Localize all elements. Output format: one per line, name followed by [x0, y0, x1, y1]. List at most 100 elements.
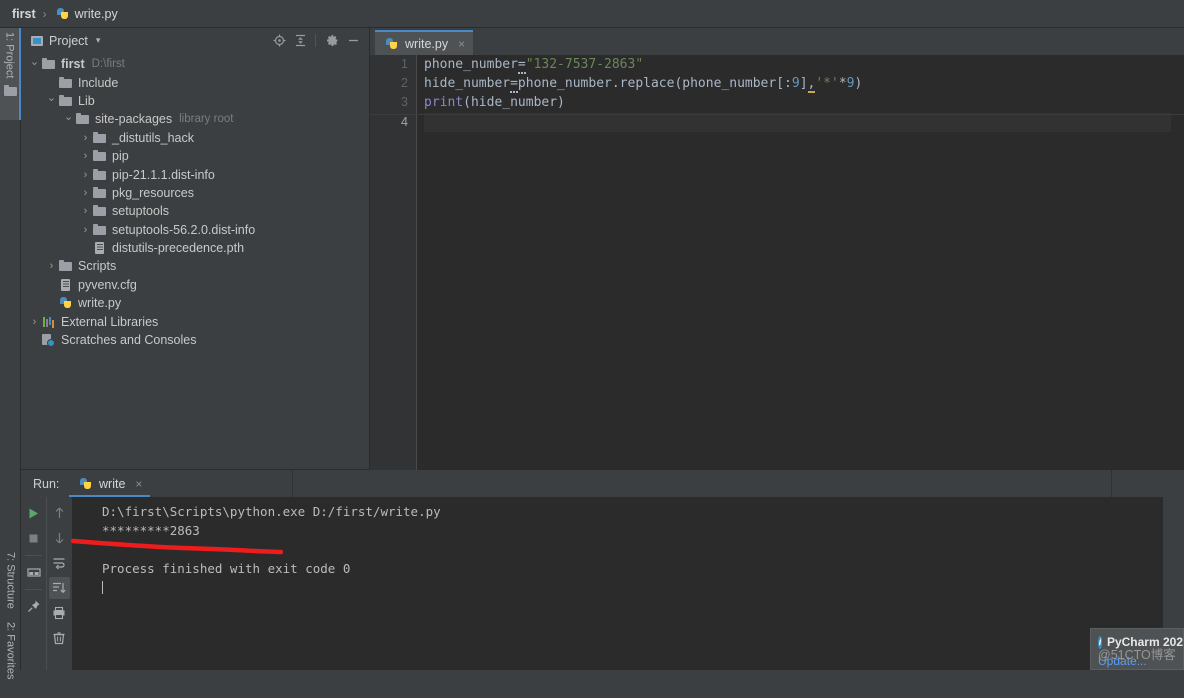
restore-layout-icon[interactable]: [23, 561, 44, 583]
toolbar-divider: [315, 34, 316, 47]
run-icon[interactable]: [23, 502, 44, 524]
chevron-down-icon[interactable]: ⌄: [29, 55, 40, 68]
scroll-to-end-icon[interactable]: [48, 577, 70, 599]
code-line[interactable]: hide_number=phone_number.replace(phone_n…: [424, 74, 1184, 94]
run-toolbar-primary[interactable]: [21, 497, 46, 670]
code-operator: =: [517, 57, 526, 74]
collapse-all-icon[interactable]: [291, 31, 310, 50]
folder-icon: [3, 84, 18, 98]
tree-item[interactable]: ⌄ site-packages library root: [21, 110, 370, 128]
watermark-text: @51CTO博客: [1098, 648, 1176, 662]
tree-item[interactable]: › External Libraries: [21, 312, 370, 330]
folder-icon: [59, 76, 73, 90]
sidebar-tab-project[interactable]: 1: Project: [0, 28, 21, 120]
gear-icon[interactable]: [323, 31, 342, 50]
project-tool-window: Project ▾ ⌄ first D:\first Include ⌄ Lib…: [21, 28, 370, 470]
gear-icon-svg: [326, 34, 338, 47]
chevron-down-icon[interactable]: ▾: [96, 35, 101, 46]
sidebar-tab-structure-label: 7: Structure: [4, 552, 17, 609]
code-editor[interactable]: 1234 phone_number="132-7537-2863" hide_nu…: [370, 55, 1184, 470]
down-arrow-icon[interactable]: [49, 527, 70, 549]
close-icon[interactable]: ×: [135, 477, 142, 491]
tree-item[interactable]: › Scripts: [21, 257, 370, 275]
code-line[interactable]: print(hide_number): [424, 93, 1184, 112]
run-tab-write[interactable]: write ×: [69, 472, 151, 497]
console-line: Process finished with exit code 0: [102, 561, 351, 576]
tree-item[interactable]: › pkg_resources: [21, 184, 370, 202]
hide-panel-icon[interactable]: [344, 31, 363, 50]
pin-tab-icon[interactable]: [23, 595, 44, 617]
print-icon[interactable]: [49, 602, 70, 624]
up-arrow-icon[interactable]: [49, 502, 70, 524]
text-caret: [102, 581, 103, 594]
breadcrumb-file[interactable]: write.py: [75, 7, 118, 21]
tree-item-hint: D:\first: [91, 58, 125, 71]
tree-item[interactable]: Scratches and Consoles: [21, 331, 370, 349]
chevron-down-icon[interactable]: ⌄: [46, 91, 57, 104]
chevron-right-icon[interactable]: ›: [80, 169, 91, 181]
chevron-right-icon[interactable]: ›: [29, 316, 40, 328]
chevron-right-icon[interactable]: ›: [80, 187, 91, 199]
folder-icon: [93, 131, 107, 145]
tree-item[interactable]: › setuptools-56.2.0.dist-info: [21, 221, 370, 239]
close-icon[interactable]: ×: [458, 37, 465, 51]
chevron-right-icon[interactable]: ›: [80, 132, 91, 144]
clear-all-icon[interactable]: [49, 627, 70, 649]
chevron-right-icon[interactable]: ›: [80, 205, 91, 217]
project-tree[interactable]: ⌄ first D:\first Include ⌄ Lib ⌄ site-packages l…: [21, 55, 370, 470]
print-icon-svg: [53, 606, 65, 620]
python-file-icon: [56, 7, 70, 21]
editor-code-area[interactable]: phone_number="132-7537-2863" hide_number=…: [418, 55, 1184, 470]
folder-icon: [59, 259, 73, 273]
stop-icon-svg: [29, 534, 38, 542]
chevron-right-icon[interactable]: ›: [80, 224, 91, 236]
run-icon-svg: [29, 508, 38, 518]
tree-item-label: site-packages: [95, 112, 173, 127]
collapse-all-icon-svg: [296, 34, 305, 47]
tree-item[interactable]: ⌄ Lib: [21, 92, 370, 110]
editor-tab-label: write.py: [405, 36, 449, 51]
tree-item[interactable]: write.py: [21, 294, 370, 312]
tree-item[interactable]: › pip: [21, 147, 370, 165]
code-line[interactable]: [424, 112, 1184, 132]
chevron-down-icon[interactable]: ⌄: [63, 110, 74, 123]
tree-item[interactable]: › pip-21.1.1.dist-info: [21, 165, 370, 183]
folder-icon: [42, 57, 56, 71]
code-identifier: *: [838, 76, 847, 92]
editor-tab-write-py[interactable]: write.py ×: [375, 30, 474, 55]
line-number[interactable]: 3: [370, 93, 416, 112]
chevron-right-icon[interactable]: ›: [80, 150, 91, 162]
line-number[interactable]: 4: [370, 113, 416, 132]
stop-icon[interactable]: [23, 527, 44, 549]
project-window-icon: [31, 35, 43, 46]
chevron-right-icon[interactable]: ›: [46, 260, 57, 272]
tree-item[interactable]: distutils-precedence.pth: [21, 239, 370, 257]
run-header-divider: [1111, 470, 1112, 497]
run-label: Run:: [33, 476, 60, 491]
sidebar-tab-favorites-label: 2: Favorites: [4, 622, 17, 680]
soft-wrap-icon[interactable]: [49, 552, 70, 574]
editor-tab-bar: write.py ×: [370, 28, 1184, 55]
line-number[interactable]: 2: [370, 74, 416, 93]
tree-item-label: setuptools-56.2.0.dist-info: [112, 222, 256, 237]
code-line[interactable]: phone_number="132-7537-2863": [424, 55, 1184, 74]
tree-item[interactable]: Include: [21, 73, 370, 91]
run-console-output[interactable]: D:\first\Scripts\python.exe D:/first/wri…: [72, 497, 1184, 670]
line-number[interactable]: 1: [370, 55, 416, 74]
folder-icon: [93, 186, 107, 200]
tree-item[interactable]: pyvenv.cfg: [21, 276, 370, 294]
toolbar-separator: [25, 589, 42, 590]
breadcrumb-project[interactable]: first: [12, 7, 36, 21]
folder-icon: [93, 204, 107, 218]
tree-item[interactable]: › setuptools: [21, 202, 370, 220]
run-toolbar-secondary[interactable]: [46, 497, 71, 670]
tree-item[interactable]: › _distutils_hack: [21, 129, 370, 147]
sidebar-tab-favorites[interactable]: 2: Favorites: [0, 618, 21, 698]
locate-icon[interactable]: [270, 31, 289, 50]
code-identifier: (hide_number): [463, 95, 565, 111]
scroll-to-end-icon-svg: [53, 582, 66, 593]
tree-item[interactable]: ⌄ first D:\first: [21, 55, 370, 73]
breadcrumb: first › write.py: [0, 0, 1184, 28]
editor-scrollbar[interactable]: [1171, 55, 1184, 470]
editor-gutter[interactable]: 1234: [370, 55, 417, 470]
